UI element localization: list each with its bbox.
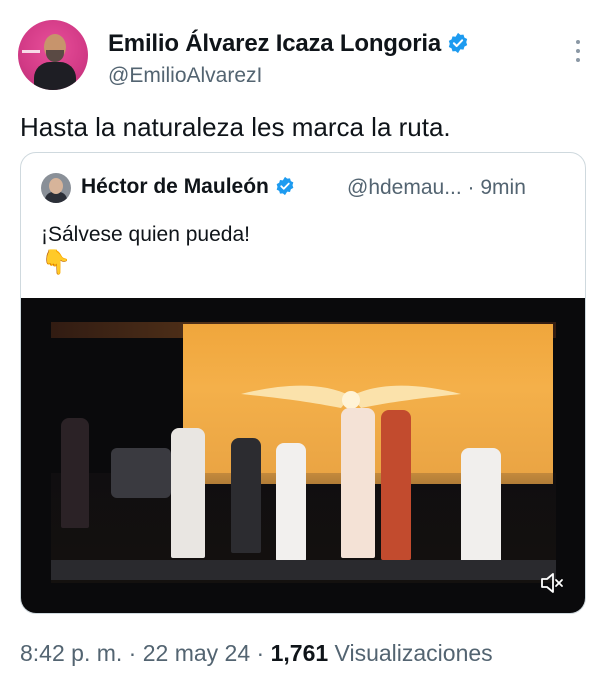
author-name[interactable]: Emilio Álvarez Icaza Longoria [108,30,441,57]
separator: · [250,640,271,666]
quote-author-name-row[interactable]: Héctor de Mauleón [81,175,295,202]
quote-author-avatar[interactable] [41,173,71,203]
quoted-tweet[interactable]: Héctor de Mauleón @hdemau... · 9min ¡Sál… [20,152,586,614]
quote-text: ¡Sálvese quien pueda! [41,223,250,246]
quote-handle-time[interactable]: @hdemau... · 9min [347,176,526,200]
author-name-row[interactable]: Emilio Álvarez Icaza Longoria [108,30,469,61]
tweet-meta: 8:42 p. m. · 22 may 24 · 1,761 Visualiza… [20,640,493,667]
separator: · [122,640,143,666]
pointing-down-emoji: 👇 [41,249,71,276]
mute-icon[interactable] [538,570,564,596]
tweet-date[interactable]: 22 may 24 [143,640,250,666]
tweet-header: Emilio Álvarez Icaza Longoria @EmilioAlv… [18,18,587,90]
quote-author-name[interactable]: Héctor de Mauleón [81,175,269,198]
verified-badge-icon [447,32,469,61]
author-handle[interactable]: @EmilioAlvarezI [108,64,262,88]
tweet-text: Hasta la naturaleza les marca la ruta. [20,112,451,142]
author-avatar[interactable] [18,20,88,90]
views-count[interactable]: 1,761 [271,640,329,666]
tweet-time[interactable]: 8:42 p. m. [20,640,122,666]
more-options-icon[interactable] [575,40,581,66]
verified-badge-icon [275,176,295,202]
views-label: Visualizaciones [328,640,493,666]
quote-video[interactable] [21,298,585,613]
